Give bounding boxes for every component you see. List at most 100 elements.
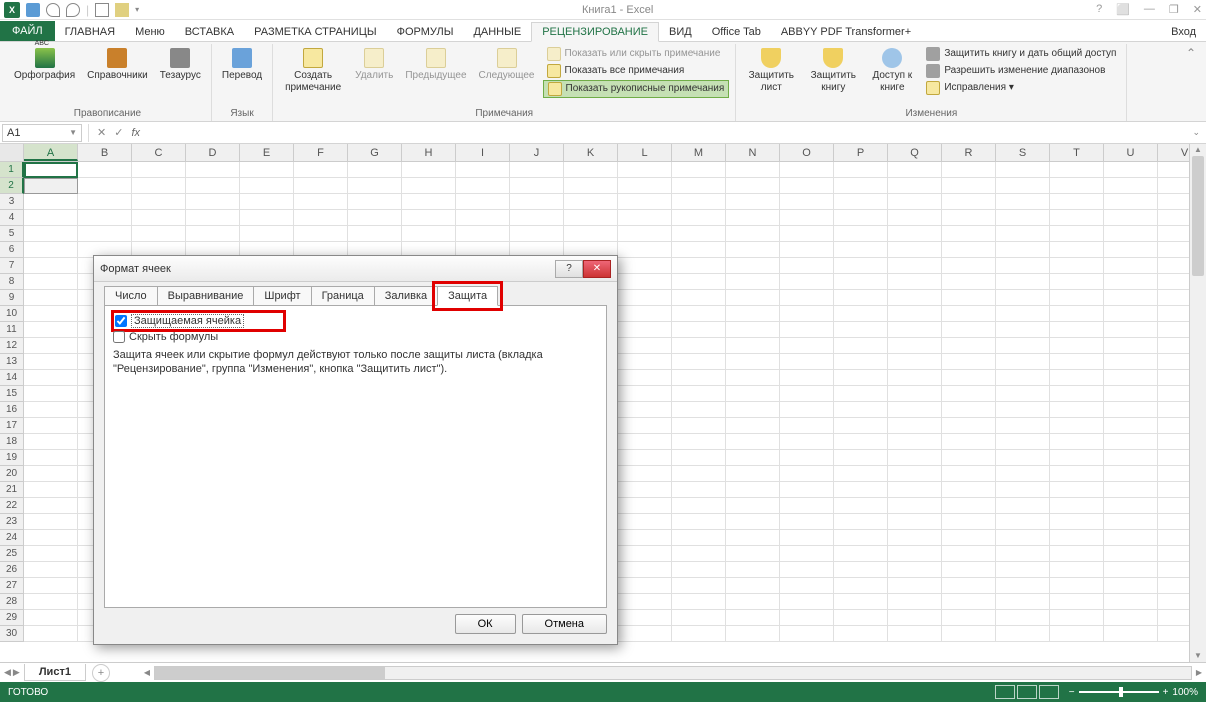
cell[interactable] (996, 258, 1050, 274)
cell[interactable] (24, 290, 78, 306)
scroll-down-icon[interactable]: ▼ (1190, 650, 1206, 662)
column-header[interactable]: K (564, 144, 618, 161)
vscroll-thumb[interactable] (1192, 156, 1204, 276)
cell[interactable] (942, 434, 996, 450)
cell[interactable] (618, 402, 672, 418)
cell[interactable] (672, 258, 726, 274)
cell[interactable] (1104, 418, 1158, 434)
dialog-tab-border[interactable]: Граница (311, 286, 375, 306)
cell[interactable] (996, 546, 1050, 562)
add-sheet-button[interactable]: + (92, 664, 110, 682)
cell[interactable] (1104, 178, 1158, 194)
cell[interactable] (996, 274, 1050, 290)
cell[interactable] (402, 226, 456, 242)
cell[interactable] (1104, 370, 1158, 386)
cell[interactable] (780, 290, 834, 306)
column-header[interactable]: F (294, 144, 348, 161)
cell[interactable] (996, 210, 1050, 226)
cell[interactable] (456, 226, 510, 242)
cell[interactable] (672, 290, 726, 306)
cell[interactable] (672, 322, 726, 338)
cell[interactable] (294, 178, 348, 194)
cell[interactable] (1158, 274, 1189, 290)
cell[interactable] (726, 338, 780, 354)
cell[interactable] (1104, 530, 1158, 546)
row-header[interactable]: 27 (0, 578, 24, 594)
cell[interactable] (672, 466, 726, 482)
cell[interactable] (996, 482, 1050, 498)
cell[interactable] (888, 178, 942, 194)
cell[interactable] (24, 418, 78, 434)
row-header[interactable]: 6 (0, 242, 24, 258)
cell[interactable] (1104, 402, 1158, 418)
cell[interactable] (726, 322, 780, 338)
cell[interactable] (672, 242, 726, 258)
cell[interactable] (1104, 546, 1158, 562)
cell[interactable] (726, 578, 780, 594)
cell[interactable] (1158, 386, 1189, 402)
cell[interactable] (996, 626, 1050, 642)
cell[interactable] (24, 514, 78, 530)
cell[interactable] (24, 242, 78, 258)
row-header[interactable]: 19 (0, 450, 24, 466)
cell[interactable] (1104, 594, 1158, 610)
cell[interactable] (618, 338, 672, 354)
locked-checkbox-row[interactable]: Защищаемая ячейка (113, 312, 284, 330)
cell[interactable] (618, 210, 672, 226)
cell[interactable] (402, 210, 456, 226)
cell[interactable] (24, 546, 78, 562)
pagelayout-view-button[interactable] (1017, 685, 1037, 699)
cell[interactable] (888, 370, 942, 386)
cell[interactable] (186, 194, 240, 210)
row-header[interactable]: 22 (0, 498, 24, 514)
cell[interactable] (294, 210, 348, 226)
cell[interactable] (888, 562, 942, 578)
cell[interactable] (1050, 418, 1104, 434)
cell[interactable] (1158, 514, 1189, 530)
cell[interactable] (186, 162, 240, 178)
tab-file[interactable]: ФАЙЛ (0, 21, 55, 41)
name-box-dropdown-icon[interactable]: ▼ (69, 128, 77, 137)
cell[interactable] (24, 402, 78, 418)
cell[interactable] (672, 370, 726, 386)
cell[interactable] (618, 594, 672, 610)
cell[interactable] (834, 274, 888, 290)
cell[interactable] (726, 610, 780, 626)
cell[interactable] (1050, 210, 1104, 226)
cell[interactable] (1158, 306, 1189, 322)
cell[interactable] (726, 514, 780, 530)
cancel-button[interactable]: Отмена (522, 614, 607, 634)
cell[interactable] (834, 178, 888, 194)
column-header[interactable]: N (726, 144, 780, 161)
cell[interactable] (240, 210, 294, 226)
cell[interactable] (996, 450, 1050, 466)
cell[interactable] (1104, 386, 1158, 402)
column-header[interactable]: R (942, 144, 996, 161)
cell[interactable] (1104, 626, 1158, 642)
cell[interactable] (996, 194, 1050, 210)
cell[interactable] (888, 210, 942, 226)
cell[interactable] (726, 466, 780, 482)
row-header[interactable]: 16 (0, 402, 24, 418)
cell[interactable] (24, 578, 78, 594)
cell[interactable] (1158, 482, 1189, 498)
cell[interactable] (1158, 322, 1189, 338)
cell[interactable] (24, 178, 78, 194)
cell[interactable] (348, 194, 402, 210)
cell[interactable] (780, 562, 834, 578)
open-icon[interactable] (115, 3, 129, 17)
cell[interactable] (726, 210, 780, 226)
cell[interactable] (1050, 482, 1104, 498)
row-header[interactable]: 20 (0, 466, 24, 482)
row-header[interactable]: 24 (0, 530, 24, 546)
select-all-cell[interactable] (0, 144, 24, 161)
row-header[interactable]: 18 (0, 434, 24, 450)
dialog-tab-number[interactable]: Число (104, 286, 158, 306)
row-header[interactable]: 15 (0, 386, 24, 402)
dialog-tab-alignment[interactable]: Выравнивание (157, 286, 255, 306)
cell[interactable] (834, 402, 888, 418)
cell[interactable] (1158, 370, 1189, 386)
row-header[interactable]: 23 (0, 514, 24, 530)
tab-view[interactable]: ВИД (659, 23, 702, 41)
row-header[interactable]: 11 (0, 322, 24, 338)
